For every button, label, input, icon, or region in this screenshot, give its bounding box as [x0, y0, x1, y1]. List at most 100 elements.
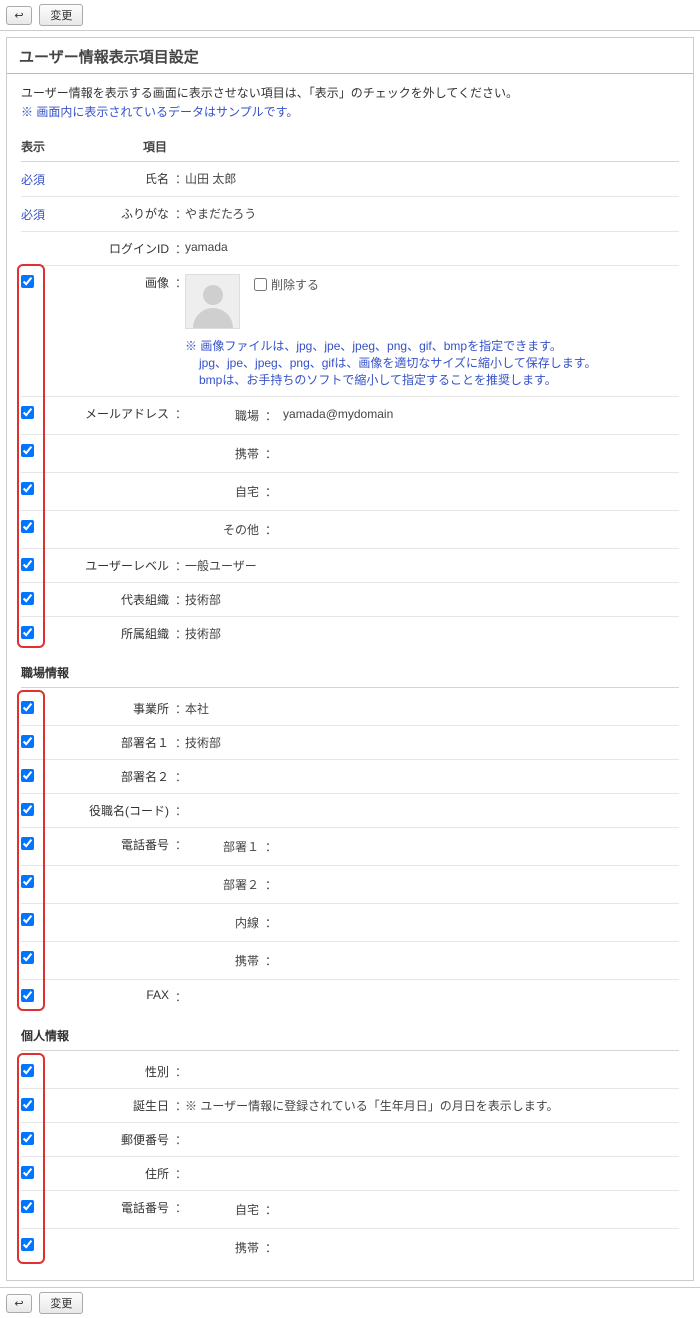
image-note1: ※ 画像ファイルは、jpg、jpe、jpeg、png、gif、bmpを指定できま… — [185, 337, 679, 354]
row-wphone-ext: 内線： — [21, 904, 679, 942]
checkbox-pphone-mob[interactable] — [21, 1238, 34, 1251]
checkbox-email-mobile[interactable] — [21, 444, 34, 457]
label-bday: 誕生日 — [55, 1097, 175, 1114]
label-name: 氏名 — [55, 170, 175, 187]
row-email-mobile: 携帯： — [21, 435, 679, 473]
label-addr: 住所 — [55, 1165, 175, 1182]
checkbox-level[interactable] — [21, 558, 34, 571]
label-zip: 郵便番号 — [55, 1131, 175, 1148]
checkbox-email-home[interactable] — [21, 482, 34, 495]
row-level: ユーザーレベル ： 一般ユーザー — [21, 549, 679, 583]
row-email-other: その他： — [21, 511, 679, 549]
value-level: 一般ユーザー — [185, 557, 679, 574]
row-pphone-home: 電話番号： 自宅： — [21, 1191, 679, 1229]
row-div1: 部署名１： 技術部 — [21, 726, 679, 760]
section-personal-title: 個人情報 — [21, 1027, 679, 1051]
checkbox-email-other[interactable] — [21, 520, 34, 533]
row-wphone-d2: 部署２： — [21, 866, 679, 904]
checkbox-zip[interactable] — [21, 1132, 34, 1145]
value-reporg: 技術部 — [185, 591, 679, 608]
label-delete: 削除する — [271, 276, 319, 293]
row-email-work: メールアドレス ： 職場：yamada@mydomain — [21, 397, 679, 435]
label-email: メールアドレス — [55, 405, 175, 422]
value-office: 本社 — [185, 700, 679, 717]
change-button-top[interactable]: 変更 — [39, 4, 83, 26]
sublabel-email-home: 自宅 — [185, 483, 265, 500]
label-furigana: ふりがな — [55, 205, 175, 222]
header-item: 項目 — [55, 138, 175, 155]
row-gender: 性別： — [21, 1055, 679, 1089]
required-badge: 必須 — [21, 170, 55, 188]
sublabel-email-other: その他 — [185, 521, 265, 538]
value-org: 技術部 — [185, 625, 679, 642]
row-image: 画像 ： 削除する ※ 画像ファイルは、jpg、jpe、jpeg、png、gif… — [21, 266, 679, 397]
value-furigana: やまだたろう — [185, 205, 679, 222]
avatar-placeholder — [185, 274, 240, 329]
checkbox-gender[interactable] — [21, 1064, 34, 1077]
sample-note: ※ 画面内に表示されているデータはサンプルです。 — [21, 103, 679, 120]
checkbox-office[interactable] — [21, 701, 34, 714]
panel-title: ユーザー情報表示項目設定 — [7, 38, 693, 74]
label-office: 事業所 — [55, 700, 175, 717]
header-display: 表示 — [21, 138, 55, 155]
sublabel-wphone-d1: 部署１ — [185, 838, 265, 855]
row-wphone-d1: 電話番号： 部署１： — [21, 828, 679, 866]
value-login: yamada — [185, 240, 679, 254]
bottom-toolbar: ↩ 変更 — [0, 1287, 700, 1318]
sublabel-wphone-d2: 部署２ — [185, 876, 265, 893]
back-button-bottom[interactable]: ↩ — [6, 1294, 32, 1313]
label-wphone: 電話番号 — [55, 836, 175, 853]
sublabel-email-mobile: 携帯 — [185, 445, 265, 462]
row-furigana: 必須 ふりがな ： やまだたろう — [21, 197, 679, 232]
label-fax: FAX — [55, 988, 175, 1002]
checkbox-wphone-mob[interactable] — [21, 951, 34, 964]
checkbox-reporg[interactable] — [21, 592, 34, 605]
value-email-work: yamada@mydomain — [277, 407, 393, 424]
row-name: 必須 氏名 ： 山田 太郎 — [21, 162, 679, 197]
note-bday: ※ ユーザー情報に登録されている「生年月日」の月日を表示します。 — [185, 1097, 679, 1114]
sublabel-wphone-ext: 内線 — [185, 914, 265, 931]
row-reporg: 代表組織 ： 技術部 — [21, 583, 679, 617]
row-bday: 誕生日： ※ ユーザー情報に登録されている「生年月日」の月日を表示します。 — [21, 1089, 679, 1123]
required-badge: 必須 — [21, 205, 55, 223]
row-zip: 郵便番号： — [21, 1123, 679, 1157]
row-pos: 役職名(コード)： — [21, 794, 679, 828]
checkbox-div1[interactable] — [21, 735, 34, 748]
back-button[interactable]: ↩ — [6, 6, 32, 25]
checkbox-email-work[interactable] — [21, 406, 34, 419]
checkbox-org[interactable] — [21, 626, 34, 639]
checkbox-image[interactable] — [21, 275, 34, 288]
checkbox-wphone-d2[interactable] — [21, 875, 34, 888]
checkbox-delete-image[interactable] — [254, 278, 267, 291]
checkbox-fax[interactable] — [21, 989, 34, 1002]
checkbox-bday[interactable] — [21, 1098, 34, 1111]
sublabel-pphone-home: 自宅 — [185, 1201, 265, 1218]
section-work-title: 職場情報 — [21, 664, 679, 688]
row-pphone-mob: 携帯： — [21, 1229, 679, 1266]
row-fax: FAX： — [21, 980, 679, 1013]
row-addr: 住所： — [21, 1157, 679, 1191]
label-level: ユーザーレベル — [55, 557, 175, 574]
row-wphone-mob: 携帯： — [21, 942, 679, 980]
checkbox-wphone-d1[interactable] — [21, 837, 34, 850]
label-org: 所属組織 — [55, 625, 175, 642]
row-org: 所属組織 ： 技術部 — [21, 617, 679, 650]
image-note2: jpg、jpe、jpeg、png、gifは、画像を適切なサイズに縮小して保存しま… — [185, 354, 679, 371]
sublabel-pphone-mob: 携帯 — [185, 1239, 265, 1256]
sublabel-wphone-mob: 携帯 — [185, 952, 265, 969]
change-button-bottom[interactable]: 変更 — [39, 1292, 83, 1314]
checkbox-pos[interactable] — [21, 803, 34, 816]
checkbox-div2[interactable] — [21, 769, 34, 782]
checkbox-addr[interactable] — [21, 1166, 34, 1179]
label-pphone: 電話番号 — [55, 1199, 175, 1216]
checkbox-pphone-home[interactable] — [21, 1200, 34, 1213]
label-image: 画像 — [55, 274, 175, 291]
value-name: 山田 太郎 — [185, 170, 679, 187]
checkbox-wphone-ext[interactable] — [21, 913, 34, 926]
row-office: 事業所： 本社 — [21, 692, 679, 726]
column-header-row: 表示 項目 — [21, 132, 679, 162]
label-pos: 役職名(コード) — [55, 802, 175, 819]
top-toolbar: ↩ 変更 — [0, 0, 700, 31]
label-login: ログインID — [55, 240, 175, 257]
row-email-home: 自宅： — [21, 473, 679, 511]
